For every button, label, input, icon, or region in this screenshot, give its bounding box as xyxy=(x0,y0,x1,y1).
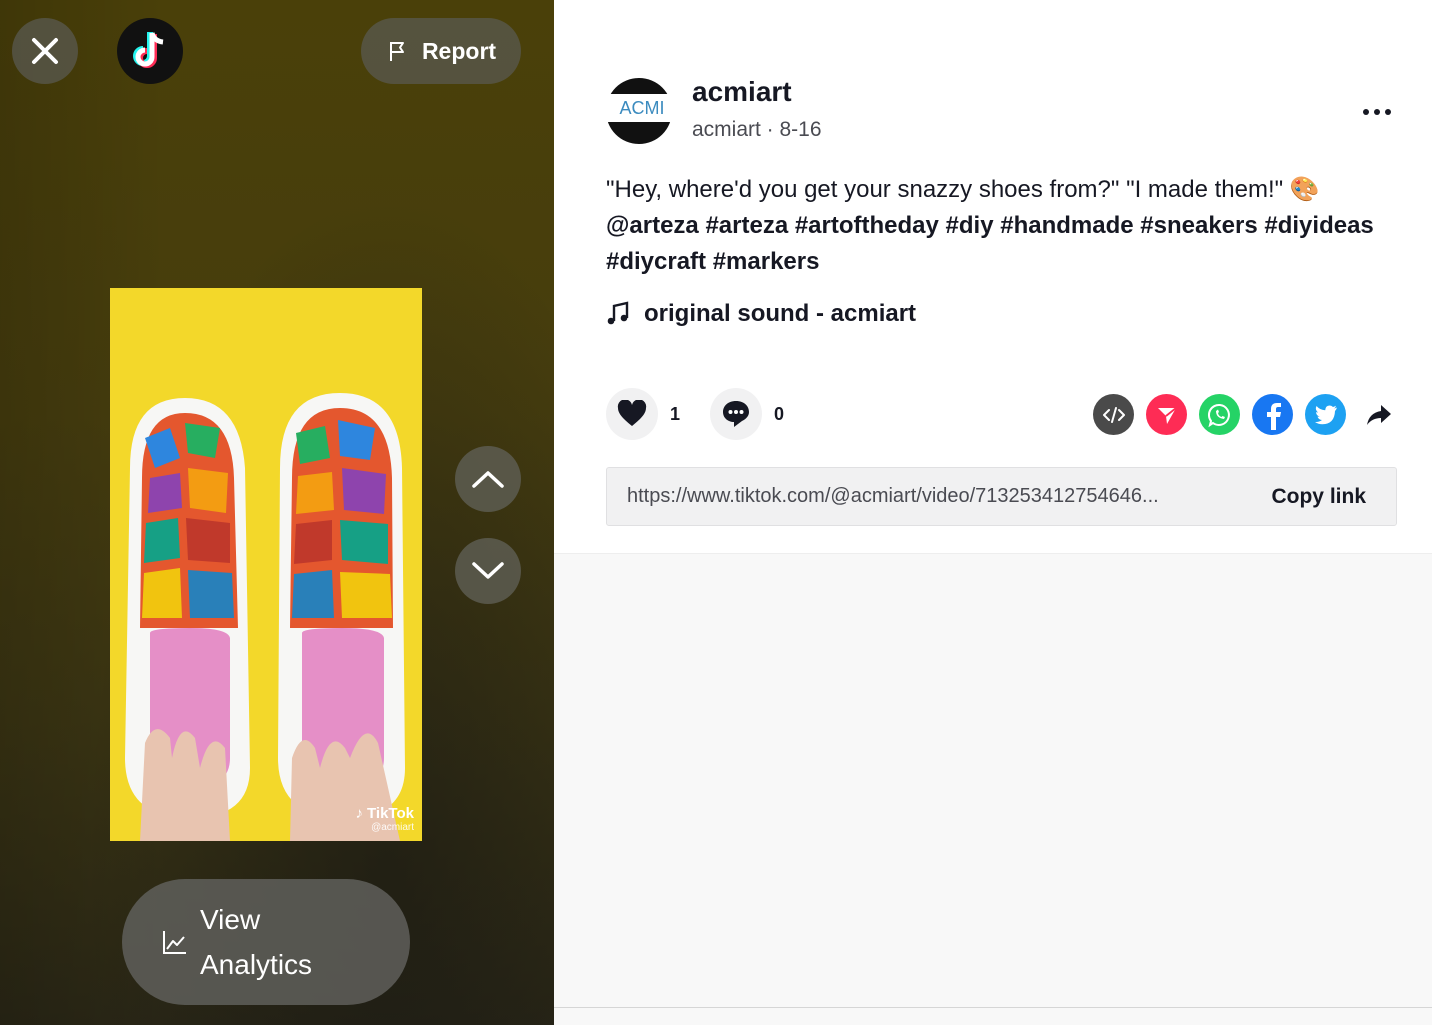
facebook-share-button[interactable] xyxy=(1252,394,1293,435)
previous-video-button[interactable] xyxy=(455,446,521,512)
analytics-label: View Analytics xyxy=(200,904,313,980)
more-share-button[interactable] xyxy=(1358,394,1399,435)
send-to-friends-button[interactable] xyxy=(1146,394,1187,435)
whatsapp-share-button[interactable] xyxy=(1199,394,1240,435)
close-button[interactable] xyxy=(12,18,78,84)
tiktok-logo-icon xyxy=(133,32,164,68)
whatsapp-icon xyxy=(1207,403,1230,427)
embed-button[interactable] xyxy=(1093,394,1134,435)
caption-hashtags[interactable]: @arteza #arteza #artoftheday #diy #handm… xyxy=(606,212,1374,275)
next-video-button[interactable] xyxy=(455,538,521,604)
more-dots-icon xyxy=(1363,109,1391,115)
like-count: 1 xyxy=(670,403,681,424)
video-watermark: ♪ TikTok @acmiart xyxy=(356,805,414,833)
video-pane: Report ♪ TikTok @acmiart View Analytics xyxy=(0,0,554,1025)
heart-icon xyxy=(617,400,647,426)
like-action[interactable]: 1 xyxy=(606,388,680,440)
like-button[interactable] xyxy=(606,388,658,440)
embed-icon xyxy=(1102,406,1125,423)
svg-text:ACMI: ACMI xyxy=(620,98,665,118)
report-label: Report xyxy=(421,37,497,64)
analytics-chart-icon xyxy=(163,931,186,954)
facebook-icon xyxy=(1266,402,1281,430)
chevron-down-icon xyxy=(472,562,504,579)
video-frame-image xyxy=(110,288,422,841)
music-note-icon xyxy=(607,301,629,325)
copy-link-button[interactable]: Copy link xyxy=(1271,485,1366,509)
watermark-handle: @acmiart xyxy=(371,822,414,833)
author-meta: acmiart · 8-16 xyxy=(692,118,822,141)
post-caption: "Hey, where'd you get your snazzy shoes … xyxy=(606,172,1396,280)
video-player[interactable]: ♪ TikTok @acmiart xyxy=(110,288,422,841)
comments-area xyxy=(554,553,1432,1025)
acmi-logo-icon: ACMI xyxy=(606,78,672,144)
sound-link[interactable]: original sound - acmiart xyxy=(606,300,916,328)
twitter-share-button[interactable] xyxy=(1305,394,1346,435)
send-icon xyxy=(1157,406,1177,424)
author-name[interactable]: acmiart xyxy=(692,76,792,108)
post-info-pane: ACMI acmiart acmiart · 8-16 "Hey, where'… xyxy=(554,0,1432,553)
sound-label: original sound - acmiart xyxy=(644,300,917,327)
author-avatar[interactable]: ACMI xyxy=(606,78,672,144)
tiktok-small-icon: ♪ xyxy=(355,805,364,822)
copy-link-box: https://www.tiktok.com/@acmiart/video/71… xyxy=(606,467,1397,526)
comment-action[interactable]: 0 xyxy=(710,388,784,440)
more-options-button[interactable] xyxy=(1354,92,1400,132)
report-button[interactable]: Report xyxy=(361,18,521,84)
comment-bubble-icon xyxy=(723,401,749,427)
share-arrow-icon xyxy=(1366,404,1391,425)
comment-count: 0 xyxy=(774,403,785,424)
chevron-up-icon xyxy=(472,471,504,488)
view-analytics-button[interactable]: View Analytics xyxy=(122,879,410,1005)
caption-text: "Hey, where'd you get your snazzy shoes … xyxy=(606,176,1320,203)
video-url[interactable]: https://www.tiktok.com/@acmiart/video/71… xyxy=(627,485,1159,508)
close-icon xyxy=(32,38,58,64)
share-buttons xyxy=(1093,394,1399,435)
comment-button[interactable] xyxy=(710,388,762,440)
flag-icon xyxy=(389,42,404,61)
twitter-icon xyxy=(1314,405,1337,424)
watermark-brand: TikTok xyxy=(367,805,414,822)
tiktok-logo[interactable] xyxy=(117,18,183,84)
